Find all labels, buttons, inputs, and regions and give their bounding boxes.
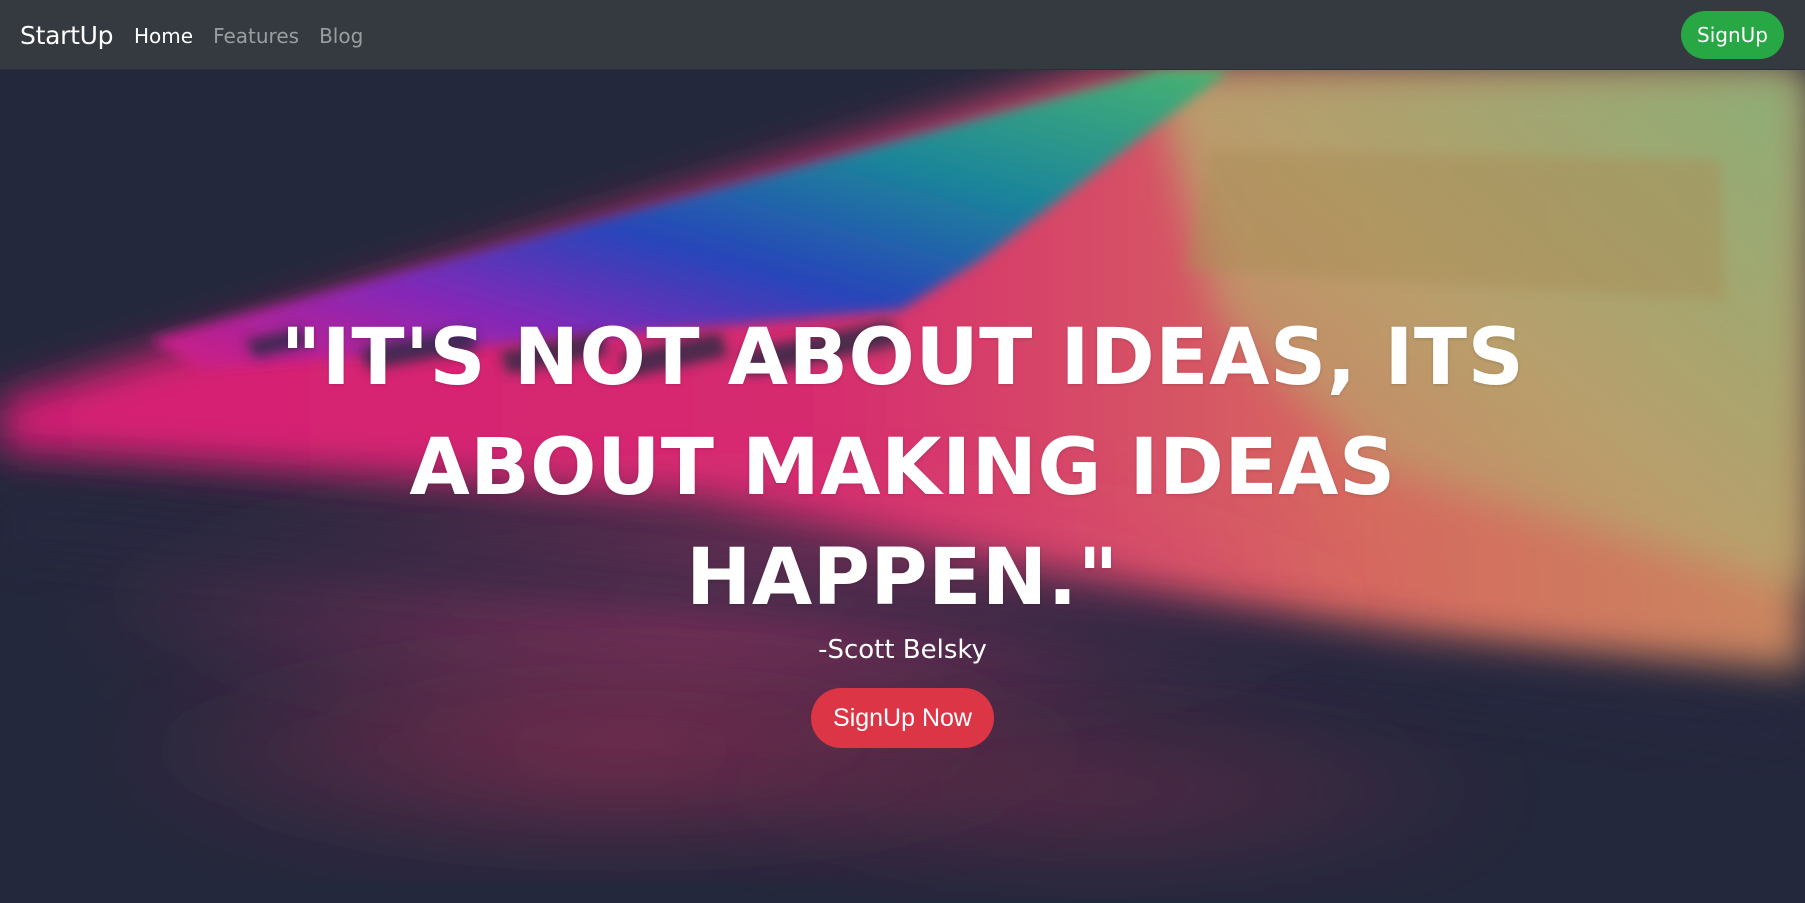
navbar-signup-button[interactable]: SignUp bbox=[1681, 11, 1784, 59]
nav-link-features[interactable]: Features bbox=[213, 23, 299, 49]
quote-author: -Scott Belsky bbox=[818, 635, 987, 665]
signup-now-button[interactable]: SignUp Now bbox=[811, 688, 994, 748]
nav-link-blog[interactable]: Blog bbox=[319, 23, 363, 49]
hero-section: "IT'S NOT ABOUT IDEAS, ITS ABOUT MAKING … bbox=[0, 70, 1805, 903]
hero-content: "IT'S NOT ABOUT IDEAS, ITS ABOUT MAKING … bbox=[0, 70, 1805, 903]
quote-line-1: "IT'S NOT ABOUT IDEAS, ITS bbox=[280, 313, 1525, 403]
quote-line-3: HAPPEN." bbox=[686, 533, 1119, 623]
quote-line-2: ABOUT MAKING IDEAS bbox=[409, 423, 1396, 513]
top-navbar: StartUp Home Features Blog SignUp bbox=[0, 0, 1805, 70]
brand-logo[interactable]: StartUp bbox=[20, 20, 113, 52]
nav-links: Home Features Blog bbox=[134, 23, 363, 49]
nav-link-home[interactable]: Home bbox=[134, 23, 193, 49]
hero-quote: "IT'S NOT ABOUT IDEAS, ITS ABOUT MAKING … bbox=[200, 303, 1605, 633]
